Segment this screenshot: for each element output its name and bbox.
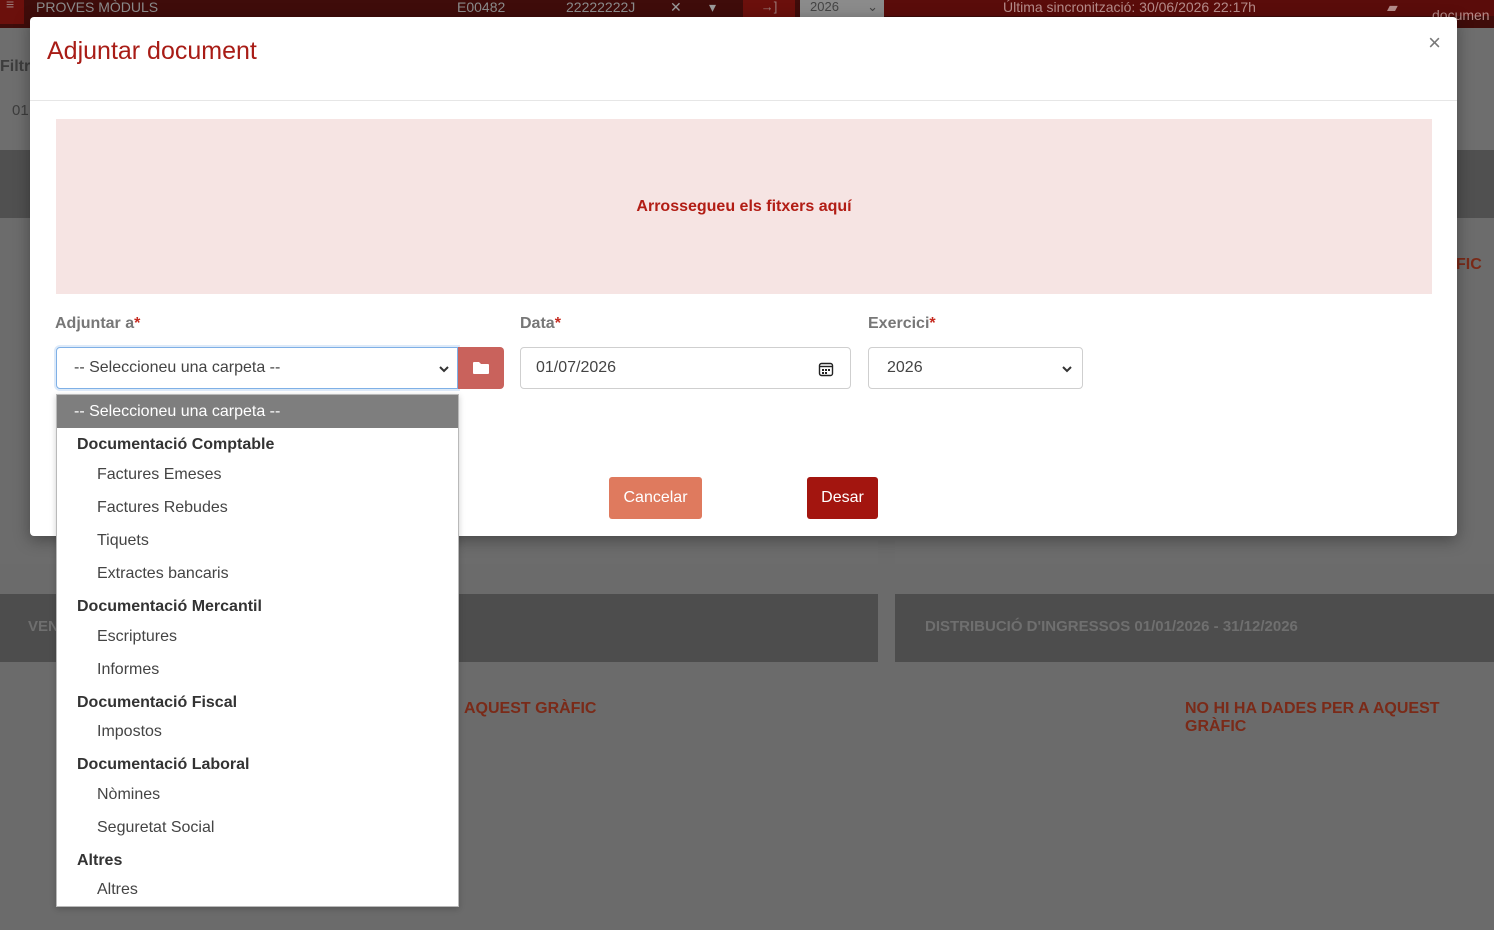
dropdown-group-laboral: Documentació Laboral (77, 756, 250, 773)
exercise-value: 2026 (887, 359, 923, 376)
nodata-top-right: FIC (1456, 256, 1482, 273)
folder-select-value: -- Seleccioneu una carpeta -- (74, 359, 281, 376)
dropdown-option[interactable]: Nòmines (57, 778, 458, 811)
dropdown-group-comptable: Documentació Comptable (77, 436, 275, 453)
topbar-year-value: 2026 (810, 0, 839, 14)
filter-value: 01 (12, 102, 29, 119)
exercise-label: Exercici* (868, 315, 936, 332)
company-code: E00482 (457, 0, 506, 15)
dropdown-option[interactable]: Extractes bancaris (57, 557, 458, 590)
dropdown-option[interactable]: Impostos (57, 715, 458, 748)
menu-toggle-button[interactable]: ≡ (0, 0, 24, 24)
date-label: Data* (520, 315, 561, 332)
cancel-button[interactable]: Cancelar (609, 477, 702, 519)
folder-icon[interactable]: ▰ (1387, 0, 1398, 14)
browse-folder-button[interactable] (458, 347, 504, 389)
folder-select[interactable]: -- Seleccioneu una carpeta -- (56, 347, 458, 389)
login-icon: →] (760, 0, 778, 14)
nodata-left: AQUEST GRÀFIC (464, 700, 597, 717)
nodata-right: NO HI HA DADES PER A AQUEST GRÀFIC (1185, 700, 1440, 735)
folder-dropdown-list: -- Seleccioneu una carpeta -- Documentac… (56, 394, 459, 907)
dropdown-option[interactable]: Factures Emeses (57, 458, 458, 491)
date-input[interactable]: 01/07/2026 (520, 347, 851, 389)
dropdown-option[interactable]: Seguretat Social (57, 811, 458, 844)
sync-status-text: Última sincronització: 30/06/2026 22:17h (1003, 0, 1256, 15)
modal-header: Adjuntar document × (30, 17, 1457, 101)
chart-panel-left-title: VEN (28, 618, 59, 635)
topbar-year-select[interactable]: 2026 ⌄ (800, 0, 884, 18)
chevron-down-icon: ⌄ (867, 0, 878, 14)
folder-icon (473, 362, 489, 374)
dropdown-option[interactable]: Tiquets (57, 524, 458, 557)
dropdown-option[interactable]: Factures Rebudes (57, 491, 458, 524)
chevron-down-icon (439, 366, 449, 373)
chevron-down-icon (1062, 366, 1072, 373)
sync-status-bar: Última sincronització: 30/06/2026 22:17h… (884, 0, 1494, 22)
filter-label: Filtr (0, 58, 31, 75)
chart-panel-right-title: DISTRIBUCIÓ D'INGRESSOS 01/01/2026 - 31/… (925, 618, 1298, 635)
save-button[interactable]: Desar (807, 477, 878, 519)
dropdown-option[interactable]: Altres (57, 873, 458, 906)
dropzone-text: Arrossegueu els fitxers aquí (636, 197, 852, 215)
exercise-select[interactable]: 2026 (868, 347, 1083, 389)
dropdown-option-placeholder[interactable]: -- Seleccioneu una carpeta -- (57, 395, 458, 428)
company-name: PROVES MÒDULS (36, 0, 159, 15)
hamburger-icon: ≡ (6, 0, 15, 12)
dropdown-group-mercantil: Documentació Mercantil (77, 598, 262, 615)
company-nif: 22222222J (566, 0, 636, 15)
date-value: 01/07/2026 (536, 359, 617, 376)
file-dropzone[interactable]: Arrossegueu els fitxers aquí (56, 119, 1432, 294)
modal-title: Adjuntar document (47, 37, 257, 65)
enter-company-button[interactable]: →] (743, 0, 795, 18)
company-dropdown-icon[interactable]: ▾ (709, 0, 716, 14)
clear-company-icon[interactable]: ✕ (670, 0, 682, 14)
calendar-icon[interactable] (818, 361, 834, 377)
close-icon[interactable]: × (1428, 31, 1441, 55)
attach-to-label: Adjuntar a* (55, 315, 141, 332)
dropdown-option[interactable]: Escriptures (57, 620, 458, 653)
dropdown-option[interactable]: Informes (57, 653, 458, 686)
